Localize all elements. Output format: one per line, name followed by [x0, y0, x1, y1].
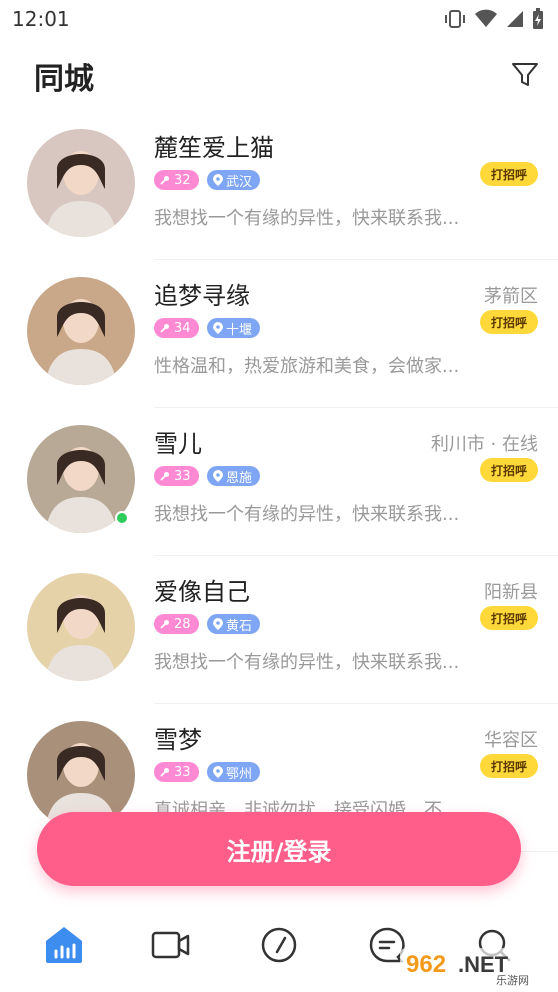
status-time: 12:01 [12, 7, 70, 31]
tab-discover[interactable] [249, 915, 309, 975]
tab-nearby[interactable] [34, 915, 94, 975]
filter-icon[interactable] [510, 60, 540, 90]
location-pin-icon [213, 174, 223, 186]
avatar[interactable] [27, 573, 135, 681]
user-location: 华容区 [484, 730, 538, 751]
user-location: 阳新县 [484, 582, 538, 603]
compass-icon [261, 927, 297, 963]
status-bar: 12:01 [0, 0, 558, 38]
signal-icon [507, 11, 523, 27]
user-location: 茅箭区 [484, 286, 538, 307]
list-item[interactable]: 追梦寻缘 茅箭区 34 十堰 打招呼 性格温和，热爱旅游和美食，会做家... [0, 260, 558, 408]
user-list: 麓笙爱上猫 32 武汉 打招呼 我想找一个有缘的异性，快来联系我... 追梦寻缘… [0, 112, 558, 852]
user-name: 雪儿 [154, 430, 202, 458]
city-value: 十堰 [226, 322, 253, 338]
key-icon [160, 176, 169, 185]
user-name: 麓笙爱上猫 [154, 134, 274, 162]
location-pin-icon [213, 618, 223, 630]
greet-button[interactable]: 打招呼 [480, 310, 538, 334]
vibrate-icon [445, 10, 465, 28]
user-name: 爱像自己 [154, 578, 250, 606]
avatar[interactable] [27, 277, 135, 385]
svg-text:962: 962 [406, 951, 446, 978]
greet-button[interactable]: 打招呼 [480, 606, 538, 630]
age-value: 28 [174, 616, 191, 632]
age-badge: 33 [154, 762, 199, 782]
age-value: 33 [174, 764, 191, 780]
page-header: 同城 [0, 44, 558, 108]
home-signal-icon [45, 927, 82, 963]
key-icon [160, 768, 169, 777]
city-value: 黄石 [226, 618, 253, 634]
city-badge: 武汉 [207, 170, 261, 190]
register-login-button[interactable]: 注册/登录 [37, 812, 521, 886]
age-badge: 28 [154, 614, 199, 634]
key-icon [160, 472, 169, 481]
user-name: 追梦寻缘 [154, 282, 250, 310]
user-intro: 性格温和，热爱旅游和美食，会做家... [154, 356, 460, 377]
wifi-icon [475, 9, 497, 27]
location-pin-icon [213, 470, 223, 482]
watermark-logo: 962 .NET 乐游网 [400, 948, 550, 987]
city-value: 武汉 [226, 174, 253, 190]
page-title: 同城 [34, 62, 94, 97]
user-intro: 我想找一个有缘的异性，快来联系我... [154, 504, 460, 525]
list-item[interactable]: 雪儿 利川市 · 在线 33 恩施 打招呼 我想找一个有缘的异性，快来联系我..… [0, 408, 558, 556]
age-badge: 32 [154, 170, 199, 190]
user-intro: 我想找一个有缘的异性，快来联系我... [154, 652, 460, 673]
user-name: 雪梦 [154, 726, 202, 754]
video-camera-icon [152, 931, 190, 959]
battery-icon [533, 8, 543, 29]
greet-button[interactable]: 打招呼 [480, 458, 538, 482]
key-icon [160, 620, 169, 629]
age-value: 34 [174, 320, 191, 336]
city-value: 鄂州 [226, 766, 253, 782]
list-item[interactable]: 麓笙爱上猫 32 武汉 打招呼 我想找一个有缘的异性，快来联系我... [0, 112, 558, 260]
tab-video[interactable] [141, 915, 201, 975]
location-pin-icon [213, 322, 223, 334]
avatar[interactable] [27, 129, 135, 237]
city-value: 恩施 [226, 470, 253, 486]
age-value: 32 [174, 172, 191, 188]
status-icons [444, 8, 544, 30]
location-pin-icon [213, 766, 223, 778]
city-badge: 鄂州 [207, 762, 261, 782]
city-badge: 十堰 [207, 318, 261, 338]
greet-button[interactable]: 打招呼 [480, 754, 538, 778]
user-location: 利川市 · 在线 [430, 434, 538, 455]
age-badge: 34 [154, 318, 199, 338]
list-item[interactable]: 爱像自己 阳新县 28 黄石 打招呼 我想找一个有缘的异性，快来联系我... [0, 556, 558, 704]
greet-button[interactable]: 打招呼 [480, 162, 538, 186]
city-badge: 黄石 [207, 614, 261, 634]
age-badge: 33 [154, 466, 199, 486]
age-value: 33 [174, 468, 191, 484]
city-badge: 恩施 [207, 466, 261, 486]
online-indicator [115, 511, 129, 525]
user-intro: 我想找一个有缘的异性，快来联系我... [154, 208, 460, 229]
svg-text:乐游网: 乐游网 [496, 974, 529, 987]
key-icon [160, 324, 169, 333]
